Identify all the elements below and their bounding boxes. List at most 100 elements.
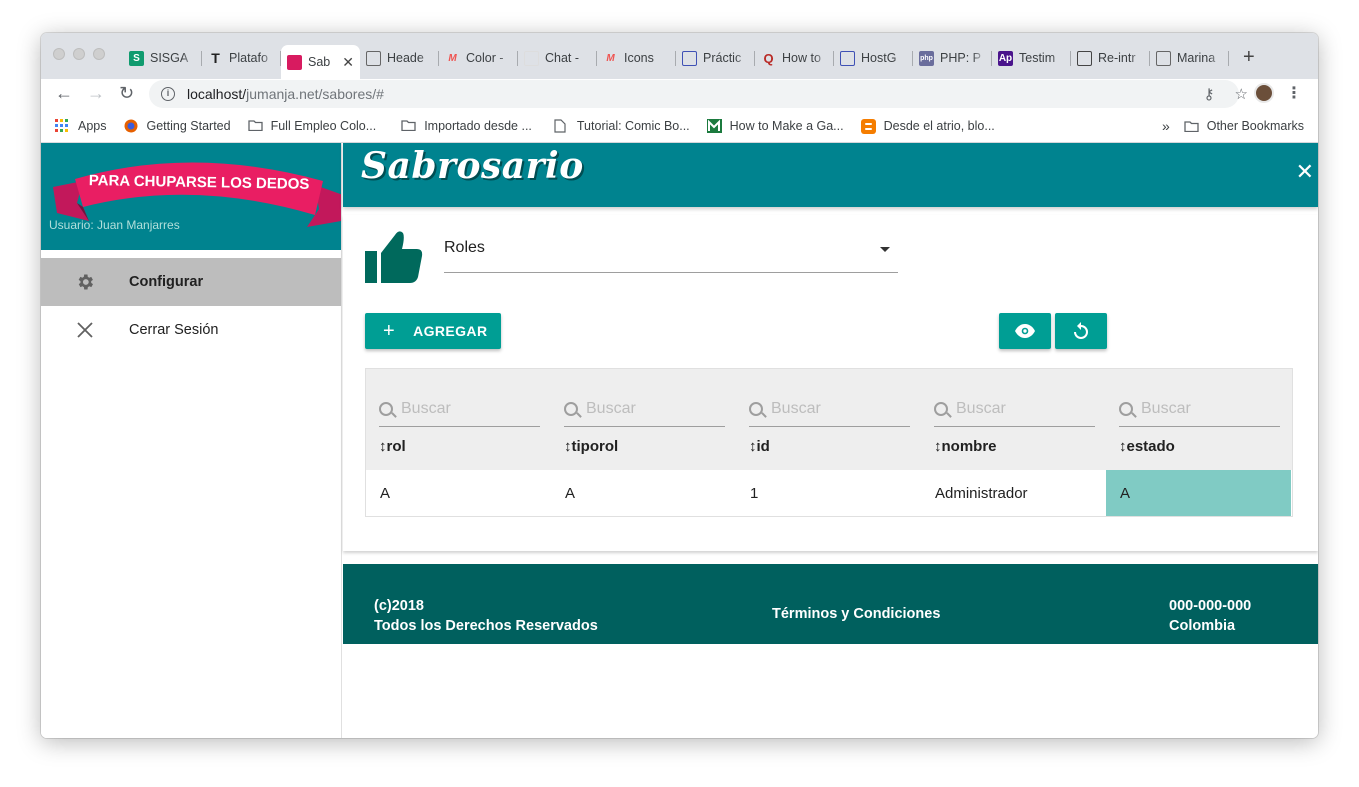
- tab-list: S SISGA T Platafo Sab ✕ Heade M Color - Chat - M Ic…: [123, 45, 1229, 79]
- table-cell: 1: [750, 484, 759, 502]
- forward-arrow-icon[interactable]: →: [87, 83, 105, 104]
- other-bookmarks[interactable]: » Other Bookmarks: [1162, 118, 1304, 134]
- site-info-icon[interactable]: i: [161, 87, 175, 101]
- search-icon: [564, 401, 578, 416]
- search-placeholder: Buscar: [586, 399, 636, 417]
- browser-tab[interactable]: Sab ✕: [281, 45, 360, 79]
- page-icon: [554, 118, 569, 133]
- bookmark-label: Importado desde ...: [424, 118, 532, 133]
- column-search-input[interactable]: Buscar: [749, 391, 910, 427]
- browser-tab[interactable]: Marina: [1150, 45, 1229, 71]
- bookmark-how-to-make[interactable]: How to Make a Ga...: [706, 118, 844, 133]
- tab-favicon-icon: M: [606, 52, 615, 64]
- bookmark-full-empleo[interactable]: Full Empleo Colo...: [247, 118, 377, 133]
- view-button[interactable]: [999, 313, 1051, 349]
- sortable-column-title[interactable]: ↕tiporol: [564, 438, 618, 455]
- user-label: Usuario: Juan Manjarres: [49, 218, 180, 232]
- column-search-input[interactable]: Buscar: [934, 391, 1095, 427]
- bookmark-apps[interactable]: Apps: [55, 118, 107, 133]
- firefox-icon: [124, 119, 139, 133]
- close-icon: [75, 320, 95, 340]
- bookmark-getting-started[interactable]: Getting Started: [124, 119, 231, 133]
- browser-tab[interactable]: S SISGA: [123, 45, 202, 71]
- blogger-icon: [860, 118, 876, 134]
- tab-title: Heade: [387, 51, 424, 65]
- more-bookmarks-chevron-icon[interactable]: »: [1162, 118, 1170, 134]
- bookmark-label: Getting Started: [146, 118, 231, 133]
- reload-icon[interactable]: ↻: [119, 83, 134, 104]
- tab-close-icon[interactable]: ✕: [342, 54, 354, 71]
- tab-title: Re-intr: [1098, 51, 1136, 65]
- m-logo-icon: [706, 118, 722, 133]
- tab-strip: S SISGA T Platafo Sab ✕ Heade M Color - Chat - M Ic…: [41, 33, 1318, 79]
- folder-icon: [1184, 120, 1199, 133]
- refresh-button[interactable]: [1055, 313, 1107, 349]
- key-icon[interactable]: ⚷: [1204, 85, 1215, 103]
- sortable-column-title[interactable]: ↕id: [749, 438, 770, 455]
- sortable-column-title[interactable]: ↕estado: [1119, 438, 1175, 455]
- bookmark-label: Full Empleo Colo...: [270, 118, 377, 133]
- table-cell: A: [380, 484, 391, 502]
- grid-column-header: Buscar ↕nombre: [921, 369, 1106, 470]
- copyright-text: (c)2018: [374, 598, 424, 614]
- table-cell: A: [1106, 470, 1291, 516]
- sidebar-item-cerrar-sesion[interactable]: Cerrar Sesión: [41, 306, 341, 354]
- grid-column-header: Buscar ↕tiporol: [551, 369, 736, 470]
- tab-title: SISGA: [150, 51, 189, 65]
- star-icon[interactable]: ☆: [1235, 85, 1248, 103]
- browser-tab[interactable]: php PHP: P: [913, 45, 992, 71]
- search-icon: [379, 401, 393, 416]
- browser-tab[interactable]: Heade: [360, 45, 439, 71]
- browser-tab[interactable]: M Color -: [439, 45, 518, 71]
- browser-tab[interactable]: T Platafo: [202, 45, 281, 71]
- column-search-input[interactable]: Buscar: [379, 391, 540, 427]
- column-search-input[interactable]: Buscar: [1119, 391, 1280, 427]
- browser-tab[interactable]: Chat -: [518, 45, 597, 71]
- new-tab-button[interactable]: +: [1243, 46, 1255, 69]
- browser-tab[interactable]: M Icons: [597, 45, 676, 71]
- omnibox-actions: ⚷ ☆: [1204, 85, 1248, 103]
- sidebar-item-configurar[interactable]: Configurar: [41, 258, 341, 306]
- tab-favicon-icon: [840, 50, 855, 66]
- gear-icon: [75, 272, 95, 292]
- tab-title: Chat -: [545, 51, 580, 65]
- bookmark-label: Desde el atrio, blo...: [883, 118, 995, 133]
- apps-grid-icon: [55, 118, 70, 133]
- footer-contact: 000-000-000 Colombia: [1169, 596, 1251, 636]
- table-row[interactable]: A A 1 Administrador A: [366, 470, 1292, 516]
- browser-tab[interactable]: HostG: [834, 45, 913, 71]
- browser-window: S SISGA T Platafo Sab ✕ Heade M Color - Chat - M Ic…: [41, 33, 1318, 738]
- sortable-column-title[interactable]: ↕nombre: [934, 438, 997, 455]
- sortable-column-title[interactable]: ↕rol: [379, 438, 406, 455]
- tab-title: Color -: [466, 51, 504, 65]
- close-icon[interactable]: ✕: [1296, 159, 1314, 185]
- browser-tab[interactable]: Ap Testim: [992, 45, 1071, 71]
- kebab-menu-icon[interactable]: ⋮: [1286, 83, 1302, 103]
- search-placeholder: Buscar: [956, 399, 1006, 417]
- bookmark-tutorial[interactable]: Tutorial: Comic Bo...: [554, 119, 690, 133]
- browser-tab[interactable]: Q How to: [755, 45, 834, 71]
- zoom-window-button[interactable]: [93, 48, 105, 60]
- tab-favicon-icon: S: [129, 50, 144, 66]
- terms-link[interactable]: Términos y Condiciones: [772, 606, 940, 622]
- address-bar[interactable]: i localhost/jumanja.net/sabores/#: [149, 80, 1239, 108]
- roles-card: Roles + AGREGAR Buscar ↕rol Buscar ↕tiporol…: [343, 215, 1318, 551]
- bookmark-desde-el-atrio[interactable]: Desde el atrio, blo...: [860, 118, 995, 134]
- browser-tab[interactable]: Práctic: [676, 45, 755, 71]
- close-window-button[interactable]: [53, 48, 65, 60]
- profile-avatar[interactable]: [1254, 83, 1274, 103]
- browser-tab[interactable]: Re-intr: [1071, 45, 1150, 71]
- entity-select[interactable]: Roles: [444, 233, 898, 273]
- table-cell: Administrador: [935, 484, 1028, 502]
- bookmark-importado[interactable]: Importado desde ...: [401, 119, 532, 133]
- tab-favicon-icon: Q: [763, 50, 774, 66]
- minimize-window-button[interactable]: [73, 48, 85, 60]
- add-button[interactable]: + AGREGAR: [365, 313, 501, 349]
- app-header: Sabrosario ✕: [343, 143, 1318, 207]
- tab-favicon-icon: [1156, 50, 1171, 66]
- web-page: PARA CHUPARSE LOS DEDOS Usuario: Juan Ma…: [41, 143, 1318, 738]
- back-arrow-icon[interactable]: ←: [55, 83, 73, 104]
- main-content: Sabrosario ✕ Roles + AGREGAR Buscar ↕rol…: [343, 143, 1318, 738]
- bookmark-label: Tutorial: Comic Bo...: [576, 118, 690, 133]
- column-search-input[interactable]: Buscar: [564, 391, 725, 427]
